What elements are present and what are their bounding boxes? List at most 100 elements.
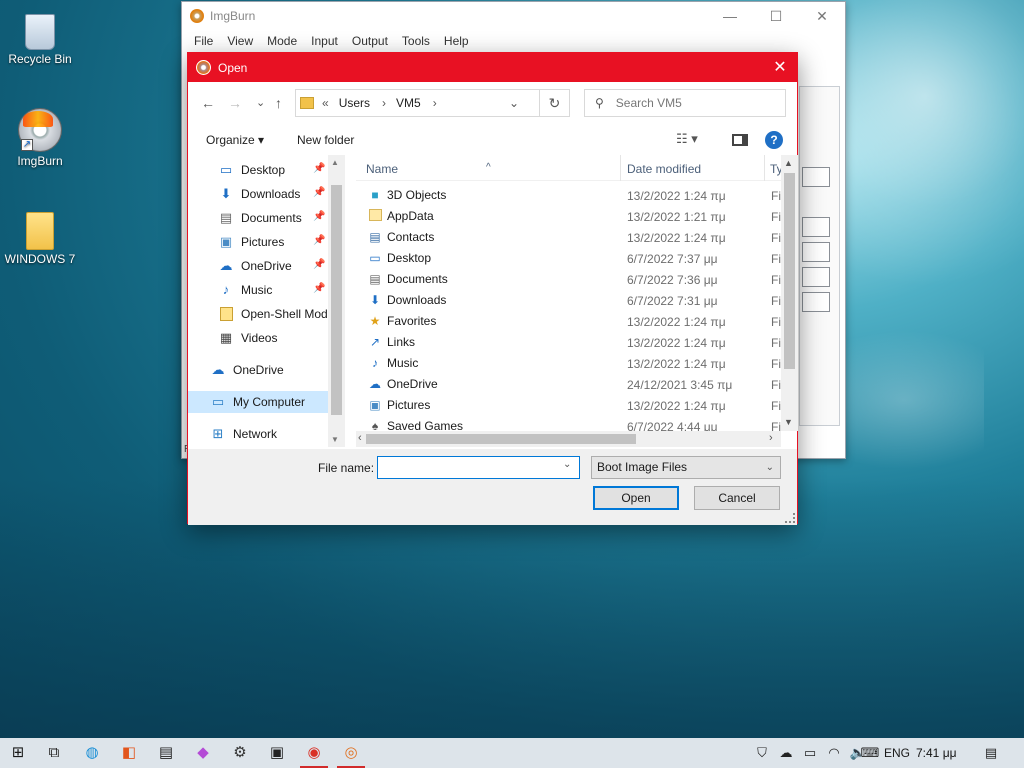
column-header-name[interactable]: Name (366, 162, 398, 176)
sidebar-item-network[interactable]: ⊞ Network (210, 423, 277, 445)
menu-mode[interactable]: Mode (260, 34, 304, 48)
menu-input[interactable]: Input (304, 34, 345, 48)
task-view-icon[interactable]: ⧉ (36, 738, 72, 768)
input-language[interactable]: ENG (884, 738, 910, 768)
security-shield-icon[interactable]: ⛉ (752, 738, 772, 768)
scroll-down-icon[interactable]: ▼ (784, 417, 793, 427)
keyboard-icon[interactable]: ⌨ (860, 738, 880, 768)
chevron-down-icon[interactable]: ⌄ (509, 96, 519, 110)
store-bag-icon[interactable]: ▤ (148, 738, 184, 768)
menu-tools[interactable]: Tools (395, 34, 437, 48)
file-list-horizontal-scrollbar[interactable]: ‹ › (356, 431, 781, 447)
open-button[interactable]: Open (593, 486, 679, 510)
desktop-icon-windows7[interactable]: WINDOWS 7 (0, 208, 80, 266)
sidebar-item-downloads[interactable]: ⬇ Downloads (218, 183, 301, 205)
file-row[interactable]: ★ Favorites 13/2/2022 1:24 πμ Fi (356, 311, 781, 332)
notifications-icon[interactable]: ▤ (980, 738, 1002, 768)
forward-arrow-icon[interactable]: → (228, 95, 242, 111)
file-row[interactable]: ☁ OneDrive 24/12/2021 3:45 πμ Fi (356, 374, 781, 395)
file-name-input[interactable] (377, 456, 580, 479)
imgburn-field[interactable] (802, 292, 830, 312)
close-button[interactable]: ✕ (799, 2, 845, 30)
file-row[interactable]: AppData 13/2/2022 1:21 πμ Fi (356, 206, 781, 227)
sidebar-item-pictures[interactable]: ▣ Pictures (218, 231, 285, 253)
office-icon[interactable]: ◧ (111, 738, 147, 768)
scroll-up-icon[interactable]: ▲ (784, 158, 793, 168)
address-bar[interactable]: « Users › VM5 › ⌄ (295, 89, 540, 117)
menu-help[interactable]: Help (437, 34, 476, 48)
sidebar-item-documents[interactable]: ▤ Documents (218, 207, 302, 229)
chevron-down-icon[interactable]: ⌄ (563, 459, 571, 470)
file-row[interactable]: ▤ Contacts 13/2/2022 1:24 πμ Fi (356, 227, 781, 248)
network-icon[interactable]: ▭ (800, 738, 820, 768)
scroll-right-icon[interactable]: › (769, 432, 773, 444)
cancel-button[interactable]: Cancel (694, 486, 780, 510)
file-list-vertical-scrollbar[interactable]: ▲ ▼ (781, 155, 798, 431)
minimize-button[interactable]: — (707, 2, 753, 30)
nav-pane-scrollbar[interactable]: ▲ ▼ (328, 155, 345, 447)
dialog-close-button[interactable]: ✕ (763, 53, 797, 82)
menu-output[interactable]: Output (345, 34, 395, 48)
menu-view[interactable]: View (220, 34, 260, 48)
search-input[interactable]: Search VM5 (616, 96, 682, 110)
imgburn-dropdown[interactable] (802, 167, 830, 187)
file-row[interactable]: ♪ Music 13/2/2022 1:24 πμ Fi (356, 353, 781, 374)
column-header-type[interactable]: Ty (770, 162, 781, 176)
sidebar-item-videos[interactable]: ▦ Videos (218, 327, 278, 349)
menu-file[interactable]: File (187, 34, 220, 48)
imgburn-dropdown[interactable] (802, 217, 830, 237)
chevron-right-icon[interactable]: › (433, 96, 437, 110)
breadcrumb-overflow[interactable]: « (322, 96, 329, 110)
wifi-icon[interactable]: ◠ (824, 738, 844, 768)
file-row[interactable]: ▭ Desktop 6/7/2022 7:37 μμ Fi (356, 248, 781, 269)
imgburn-field[interactable] (802, 242, 830, 262)
sidebar-item-onedrive-quick[interactable]: ☁ OneDrive (218, 255, 292, 277)
maps-pin-icon[interactable]: ◆ (185, 738, 221, 768)
sidebar-item-open-shell[interactable]: Open-Shell Mod (218, 303, 328, 325)
start-windows-icon[interactable]: ⊞ (0, 738, 36, 768)
sidebar-item-my-computer[interactable]: ▭ My Computer (188, 391, 328, 413)
file-type-select[interactable]: Boot Image Files ⌄ (591, 456, 781, 479)
back-arrow-icon[interactable]: ← (201, 95, 215, 111)
chrome-icon[interactable]: ◉ (296, 738, 332, 768)
sidebar-item-desktop[interactable]: ▭ Desktop (218, 159, 285, 181)
up-arrow-icon[interactable]: ↑ (275, 95, 282, 111)
chevron-right-icon[interactable]: › (382, 96, 386, 110)
column-divider[interactable] (620, 155, 621, 181)
clock[interactable]: 7:41 μμ (916, 738, 957, 768)
preview-pane-icon[interactable] (732, 134, 748, 146)
imgburn-field[interactable] (802, 267, 830, 287)
cloud-offline-icon[interactable]: ☁ (776, 738, 796, 768)
maximize-button[interactable]: ☐ (753, 2, 799, 30)
desktop-icon-imgburn[interactable]: ↗ ImgBurn (0, 108, 80, 168)
scroll-down-icon[interactable]: ▼ (331, 435, 339, 444)
breadcrumb-vm5[interactable]: VM5 (396, 96, 421, 110)
scrollbar-thumb[interactable] (366, 434, 636, 444)
settings-gear-icon[interactable]: ⚙ (222, 738, 258, 768)
recent-locations-chevron-icon[interactable]: ⌄ (256, 95, 265, 111)
scrollbar-thumb[interactable] (331, 185, 342, 415)
file-row[interactable]: ⬇ Downloads 6/7/2022 7:31 μμ Fi (356, 290, 781, 311)
breadcrumb-users[interactable]: Users (339, 96, 370, 110)
desktop-icon-recycle-bin[interactable]: Recycle Bin (0, 8, 80, 66)
organize-button[interactable]: Organize ▾ (206, 133, 264, 147)
scroll-left-icon[interactable]: ‹ (358, 432, 362, 444)
imgburn-taskbar-icon[interactable]: ◎ (333, 738, 369, 768)
sidebar-item-onedrive[interactable]: ☁ OneDrive (210, 359, 284, 381)
file-row[interactable]: ▣ Pictures 13/2/2022 1:24 πμ Fi (356, 395, 781, 416)
dialog-titlebar[interactable]: Open (188, 53, 797, 82)
photos-icon[interactable]: ▣ (259, 738, 295, 768)
sidebar-item-music[interactable]: ♪ Music (218, 279, 273, 301)
column-header-date[interactable]: Date modified (627, 162, 701, 176)
scrollbar-thumb[interactable] (784, 173, 795, 369)
refresh-button[interactable]: ↻ (540, 89, 570, 117)
help-icon[interactable]: ? (765, 131, 783, 149)
new-folder-button[interactable]: New folder (297, 133, 354, 147)
file-row[interactable]: ■ 3D Objects 13/2/2022 1:24 πμ Fi (356, 185, 781, 206)
scroll-up-icon[interactable]: ▲ (331, 158, 339, 167)
view-options-icon[interactable]: ☷ ▾ (676, 131, 698, 147)
file-row[interactable]: ↗ Links 13/2/2022 1:24 πμ Fi (356, 332, 781, 353)
resize-grip-icon[interactable] (785, 513, 795, 523)
column-divider[interactable] (764, 155, 765, 181)
file-row[interactable]: ▤ Documents 6/7/2022 7:36 μμ Fi (356, 269, 781, 290)
